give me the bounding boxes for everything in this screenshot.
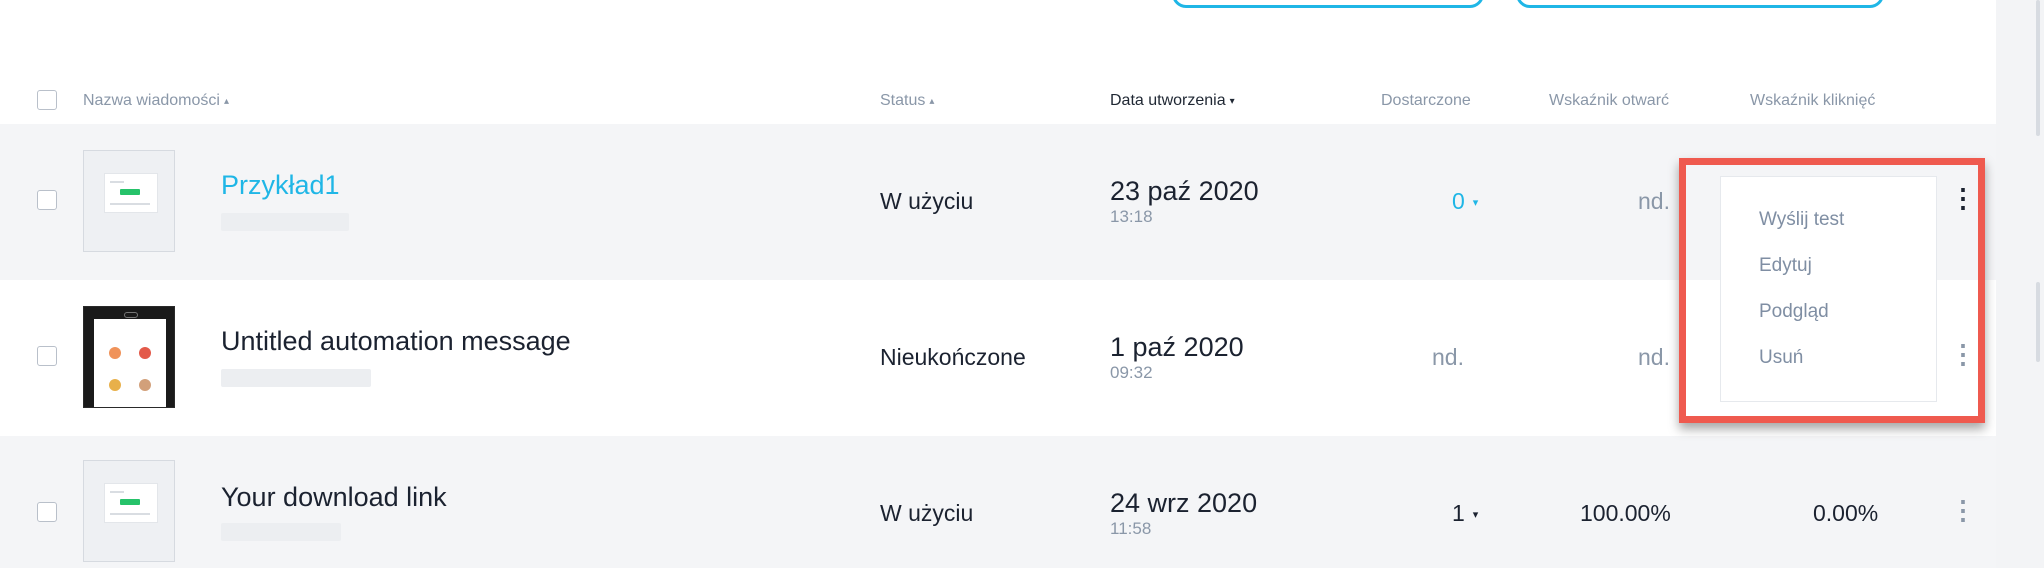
- open-rate: 100.00%: [1580, 500, 1671, 526]
- created-time: 13:18: [1110, 207, 1153, 226]
- delivered-dropdown[interactable]: 0 ▾: [1452, 188, 1478, 215]
- thumbnail-button: [120, 189, 140, 195]
- message-name[interactable]: Untitled automation message: [221, 326, 571, 357]
- select-all-checkbox[interactable]: [37, 90, 57, 110]
- open-rate: nd.: [1638, 188, 1670, 214]
- thumbnail-button: [120, 499, 140, 505]
- message-thumbnail[interactable]: [83, 150, 175, 252]
- column-header-click-rate[interactable]: Wskaźnik kliknięć: [1750, 92, 1875, 110]
- column-header-name-label: Nazwa wiadomości: [83, 92, 220, 109]
- row-checkbox[interactable]: [37, 190, 57, 210]
- created-date: 23 paź 2020: [1110, 176, 1259, 206]
- table-row[interactable]: Your download link W użyciu 24 wrz 2020 …: [0, 436, 1996, 568]
- thumbnail-image: [139, 347, 151, 359]
- column-header-status[interactable]: Status ▴: [880, 92, 934, 110]
- column-header-open-rate[interactable]: Wskaźnik otwarć: [1549, 92, 1669, 110]
- message-subject-placeholder: [221, 213, 349, 231]
- column-header-created[interactable]: Data utworzenia ▾: [1110, 92, 1235, 110]
- row-checkbox[interactable]: [37, 502, 57, 522]
- column-header-click-rate-label: Wskaźnik kliknięć: [1750, 92, 1876, 109]
- delivered-count: nd.: [1432, 344, 1464, 370]
- thumbnail-line: [110, 181, 124, 183]
- kebab-menu-icon[interactable]: ⋮: [1950, 496, 1976, 524]
- menu-item-preview[interactable]: Podgląd: [1759, 301, 1829, 323]
- message-status: W użyciu: [880, 188, 974, 214]
- message-name[interactable]: Your download link: [221, 482, 447, 513]
- thumbnail-image: [139, 379, 151, 391]
- column-header-created-label: Data utworzenia: [1110, 92, 1226, 109]
- message-subject-placeholder: [221, 369, 371, 387]
- chevron-down-icon: ▾: [1472, 197, 1479, 209]
- top-action-button-2[interactable]: [1516, 0, 1884, 8]
- thumbnail-page: [94, 319, 166, 407]
- message-status: Nieukończone: [880, 344, 1026, 370]
- thumbnail-line: [110, 513, 150, 515]
- message-thumbnail[interactable]: [83, 306, 175, 408]
- sort-caret-icon: ▾: [1229, 96, 1235, 107]
- menu-item-send-test[interactable]: Wyślij test: [1759, 209, 1844, 231]
- thumbnail-line: [110, 203, 150, 205]
- thumbnail-logo: [124, 312, 138, 318]
- row-checkbox[interactable]: [37, 346, 57, 366]
- delivered-dropdown[interactable]: 1 ▾: [1452, 500, 1478, 527]
- created-time: 09:32: [1110, 363, 1153, 382]
- chevron-down-icon: ▾: [1472, 509, 1479, 521]
- sort-caret-icon: ▴: [929, 96, 935, 107]
- thumbnail-image: [109, 347, 121, 359]
- delivered-count: 0: [1452, 188, 1465, 214]
- message-name-link[interactable]: Przykład1: [221, 170, 340, 201]
- created-date: 24 wrz 2020: [1110, 488, 1258, 518]
- thumbnail-line: [110, 491, 124, 493]
- message-subject-placeholder: [221, 523, 341, 541]
- open-rate: nd.: [1638, 344, 1670, 370]
- menu-item-delete[interactable]: Usuń: [1759, 347, 1803, 369]
- column-header-status-label: Status: [880, 92, 926, 109]
- row-context-menu: Wyślij test Edytuj Podgląd Usuń: [1720, 176, 1937, 402]
- menu-item-edit[interactable]: Edytuj: [1759, 255, 1812, 277]
- thumbnail-image: [109, 379, 121, 391]
- message-status: W użyciu: [880, 500, 974, 526]
- click-rate: 0.00%: [1813, 500, 1879, 526]
- delivered-count: 1: [1452, 500, 1465, 526]
- column-header-delivered[interactable]: Dostarczone: [1381, 92, 1471, 110]
- created-date: 1 paź 2020: [1110, 332, 1244, 362]
- scrollbar[interactable]: [2036, 0, 2040, 136]
- messages-table-panel: Nazwa wiadomości ▴ Status ▴ Data utworzeni…: [0, 0, 1996, 568]
- sort-caret-icon: ▴: [223, 96, 229, 107]
- created-time: 11:58: [1110, 519, 1152, 538]
- column-header-delivered-label: Dostarczone: [1381, 92, 1471, 109]
- message-thumbnail[interactable]: [83, 460, 175, 562]
- column-header-name[interactable]: Nazwa wiadomości ▴: [83, 92, 229, 110]
- scrollbar[interactable]: [2036, 282, 2040, 362]
- top-action-button-1[interactable]: [1172, 0, 1484, 8]
- column-header-open-rate-label: Wskaźnik otwarć: [1549, 92, 1670, 109]
